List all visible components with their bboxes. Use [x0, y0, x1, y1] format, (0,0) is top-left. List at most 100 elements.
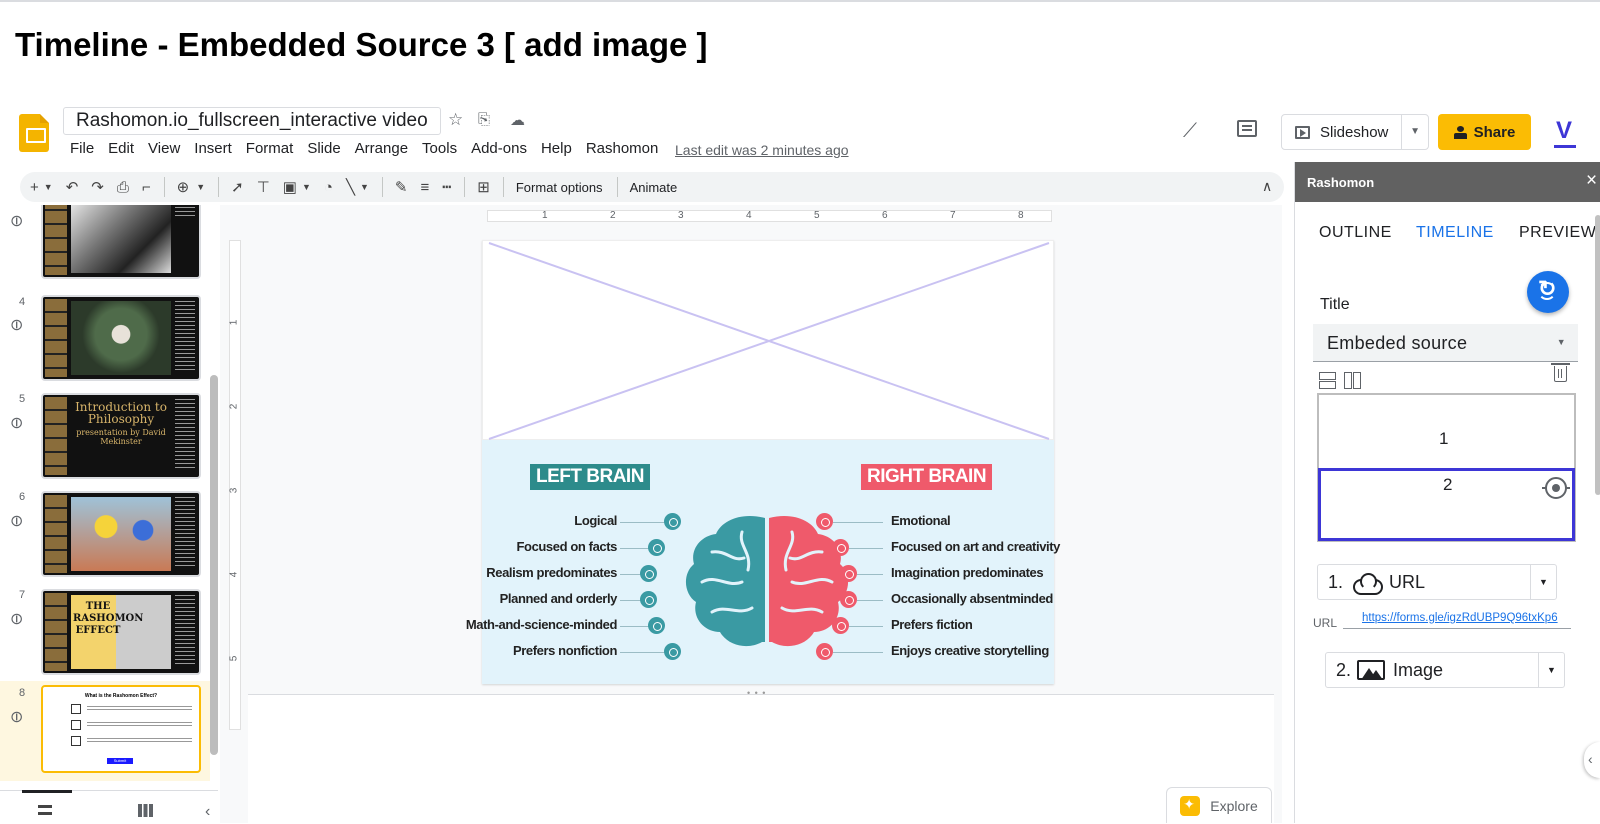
comment-history-icon[interactable] — [1237, 120, 1257, 137]
cloud-status-icon[interactable]: ☁ — [510, 111, 525, 129]
left-trait: Logical — [574, 513, 617, 528]
menu-addons[interactable]: Add-ons — [471, 140, 527, 157]
slide-thumbnail-8[interactable]: 8 ⊘ What is the Rashomon Effect? Submit — [0, 681, 210, 781]
paint-format-icon[interactable]: ⌐ — [142, 179, 151, 196]
zoom-dropdown-icon[interactable]: ▼ — [196, 182, 205, 192]
right-trait: Focused on art and creativity — [891, 539, 1061, 554]
menu-tools[interactable]: Tools — [422, 140, 457, 157]
placeholder-cross — [488, 242, 1050, 440]
toolbar: + ▼ ↶ ↷ ⎙ ⌐ ⊕ ▼ ➚ ⊤ ▣ ▼ ◔ ╲ ▼ ✎ ≡ ┅ ⊞ Fo… — [20, 172, 1284, 202]
embed-placeholder[interactable] — [482, 240, 1054, 440]
split-columns-icon[interactable] — [1344, 372, 1361, 389]
zoom-icon[interactable]: ⊕ — [177, 178, 190, 196]
animate-button[interactable]: Animate — [630, 180, 678, 195]
image-insert-icon[interactable]: ▣ — [283, 178, 297, 196]
slide-filmstrip: 3 ⊘ 4 ⊘ 5 ⊘ Introduction to Philosophy pr… — [0, 205, 218, 795]
slideshow-dropdown-icon[interactable]: ▼ — [1410, 126, 1420, 137]
brand-logo[interactable]: V — [1553, 117, 1577, 148]
chevron-down-icon[interactable]: ▼ — [1530, 565, 1556, 599]
trash-icon[interactable] — [1551, 363, 1570, 382]
menu-format[interactable]: Format — [246, 140, 294, 157]
document-title-input[interactable]: Rashomon.io_fullscreen_interactive video — [63, 107, 441, 135]
menu-insert[interactable]: Insert — [194, 140, 232, 157]
thumb-text — [175, 595, 195, 665]
undo-icon[interactable]: ↶ — [66, 178, 79, 196]
url-link[interactable]: https://forms.gle/igzRdUBP9Q96txKp6 — [1362, 612, 1558, 624]
tab-outline[interactable]: OUTLINE — [1319, 224, 1392, 242]
image-dropdown-icon[interactable]: ▼ — [302, 182, 311, 192]
magnifier-icon — [648, 539, 665, 556]
move-folder-icon[interactable]: ⎘ — [478, 111, 490, 128]
collapse-filmstrip-icon[interactable]: ‹ — [205, 803, 210, 821]
border-dash-icon[interactable]: ┅ — [442, 178, 451, 196]
grid-view-icon[interactable] — [138, 804, 153, 817]
list-view-icon[interactable] — [38, 805, 52, 815]
explore-button[interactable]: Explore — [1166, 787, 1272, 823]
slide-thumbnail-3[interactable]: 3 ⊘ — [0, 205, 210, 285]
last-edit-link[interactable]: Last edit was 2 minutes ago — [675, 142, 849, 158]
slide-thumbnail-4[interactable]: 4 ⊘ — [0, 293, 210, 389]
menu-edit[interactable]: Edit — [108, 140, 134, 157]
right-trait: Imagination predominates — [891, 565, 1044, 580]
chevron-down-icon: ▼ — [1556, 337, 1566, 347]
new-slide-icon[interactable]: + — [30, 179, 39, 196]
activity-trend-icon[interactable]: ⟋ — [1183, 120, 1197, 143]
ruler-tick: 2 — [610, 210, 616, 221]
close-icon[interactable]: × — [1586, 170, 1597, 192]
sync-icon[interactable] — [1527, 271, 1569, 313]
thumb-sidebar — [45, 397, 67, 475]
layout-cell-2[interactable]: 2 — [1318, 468, 1575, 541]
source-1-select[interactable]: 1. URL ▼ — [1317, 564, 1557, 600]
connector-line — [833, 652, 883, 653]
line-icon[interactable]: ╲ — [346, 178, 355, 196]
star-icon[interactable]: ☆ — [448, 110, 463, 130]
image-icon — [1357, 660, 1386, 680]
format-options-button[interactable]: Format options — [516, 180, 603, 195]
slides-logo-icon[interactable] — [19, 114, 49, 152]
connector-line — [833, 522, 883, 523]
slide-preview — [41, 491, 201, 577]
menu-rashomon[interactable]: Rashomon — [586, 140, 659, 157]
shape-icon[interactable]: ◔ — [324, 179, 333, 196]
info-icon — [640, 565, 657, 582]
slide-thumbnail-7[interactable]: 7 ⊘ THE RASHOMON EFFECT — [0, 587, 210, 683]
select-cursor-icon[interactable]: ➚ — [231, 178, 244, 196]
menu-help[interactable]: Help — [541, 140, 572, 157]
line-dropdown-icon[interactable]: ▼ — [360, 182, 369, 192]
pen-color-icon[interactable]: ✎ — [395, 178, 408, 196]
layout-cell-1[interactable]: 1 — [1319, 395, 1574, 469]
speaker-notes[interactable] — [248, 694, 1274, 824]
vertical-ruler: 1 2 3 4 5 — [228, 240, 241, 730]
locate-target-icon[interactable] — [1542, 477, 1570, 499]
border-weight-icon[interactable]: ≡ — [420, 179, 429, 196]
split-rows-icon[interactable] — [1319, 372, 1336, 389]
share-label: Share — [1473, 123, 1516, 141]
slideshow-button[interactable]: Slideshow ▼ — [1281, 114, 1429, 150]
brain-illustration — [685, 515, 849, 647]
add-comment-icon[interactable]: ⊞ — [477, 178, 490, 196]
tab-preview[interactable]: PREVIEW — [1519, 224, 1596, 242]
slide-thumbnail-5[interactable]: 5 ⊘ Introduction to Philosophy presentati… — [0, 391, 210, 487]
filmstrip-scrollbar[interactable] — [210, 375, 218, 755]
brain-infographic[interactable]: LEFT BRAIN RIGHT BRAIN Logical Focused o… — [466, 440, 1060, 684]
menu-view[interactable]: View — [148, 140, 180, 157]
redo-icon[interactable]: ↷ — [91, 178, 104, 196]
sidebar-scrollbar[interactable] — [1595, 215, 1600, 495]
source-2-select[interactable]: 2. Image ▼ — [1325, 652, 1565, 688]
new-slide-dropdown-icon[interactable]: ▼ — [44, 182, 53, 192]
connector-line — [849, 548, 883, 549]
top-border — [0, 0, 1600, 2]
tab-timeline[interactable]: TIMELINE — [1416, 224, 1494, 242]
current-slide[interactable]: LEFT BRAIN RIGHT BRAIN Logical Focused o… — [466, 240, 1060, 684]
slide-thumbnail-6[interactable]: 6 ⊘ — [0, 489, 210, 585]
share-button[interactable]: Share — [1438, 114, 1531, 150]
textbox-icon[interactable]: ⊤ — [257, 178, 270, 196]
menu-arrange[interactable]: Arrange — [355, 140, 408, 157]
cell-number: 1 — [1439, 429, 1449, 448]
collapse-toolbar-icon[interactable]: ∧ — [1262, 178, 1272, 195]
title-select[interactable]: Embeded source ▼ — [1313, 324, 1578, 362]
print-icon[interactable]: ⎙ — [117, 179, 129, 196]
menu-slide[interactable]: Slide — [307, 140, 340, 157]
menu-file[interactable]: File — [70, 140, 94, 157]
chevron-down-icon[interactable]: ▼ — [1538, 653, 1564, 687]
